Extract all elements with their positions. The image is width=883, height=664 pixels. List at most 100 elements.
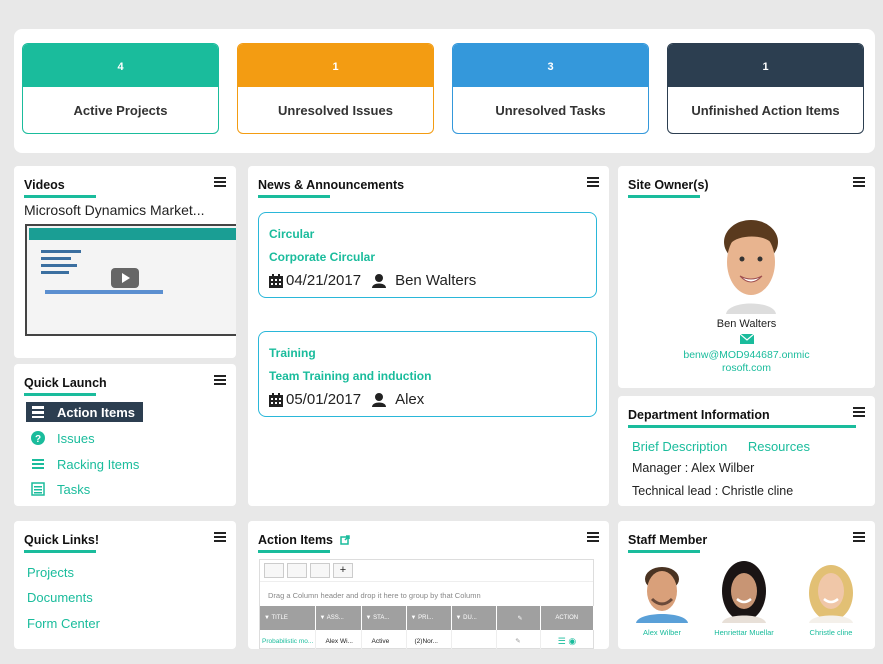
stat-label: Unresolved Issues <box>278 103 393 118</box>
column-header-title[interactable]: ▼ TITLE <box>260 606 316 630</box>
department-links: Brief Description Resources <box>632 438 810 456</box>
checklist-icon <box>31 482 45 496</box>
quick-launch-label: Issues <box>57 430 95 446</box>
staff-member[interactable]: Alex Wilber <box>632 561 692 637</box>
panel-title: Site Owner(s) <box>628 178 709 192</box>
add-icon[interactable]: + <box>333 563 353 578</box>
user-icon <box>372 392 387 407</box>
news-meta: 04/21/2017 Ben Walters <box>268 272 476 289</box>
edit-icon[interactable]: ✎ <box>496 630 541 649</box>
hamburger-menu-icon[interactable] <box>587 177 599 187</box>
hamburger-menu-icon[interactable] <box>214 375 226 385</box>
filter-icon[interactable]: ▼ <box>366 615 372 621</box>
hamburger-menu-icon[interactable] <box>853 407 865 417</box>
video-title[interactable]: Microsoft Dynamics Market... <box>14 198 236 218</box>
column-header-assigned[interactable]: ▼ ASS... <box>315 606 362 630</box>
column-header-due[interactable]: ▼ DU... <box>451 606 497 630</box>
news-category: Circular <box>269 227 315 241</box>
brief-description-link[interactable]: Brief Description <box>632 439 727 454</box>
action-column-header: ACTION <box>540 606 594 630</box>
stat-label: Active Projects <box>73 103 168 118</box>
quick-link-documents[interactable]: Documents <box>27 590 93 605</box>
quick-link-projects[interactable]: Projects <box>27 565 74 580</box>
email-icon[interactable] <box>740 334 754 344</box>
department-panel: Department Information Brief Description… <box>618 396 875 506</box>
stat-card-unfinished-action-items[interactable]: 1 Unfinished Action Items <box>667 43 864 134</box>
news-headline[interactable]: Corporate Circular <box>269 250 586 264</box>
quick-link-form-center[interactable]: Form Center <box>27 616 100 631</box>
user-icon <box>372 273 387 288</box>
title-underline <box>24 393 96 396</box>
filter-icon[interactable]: ▼ <box>320 615 326 621</box>
export-excel-icon[interactable] <box>287 563 307 578</box>
column-label: STA... <box>373 615 390 621</box>
filter-icon[interactable]: ▼ <box>411 615 417 621</box>
play-button[interactable] <box>111 268 139 288</box>
news-card[interactable]: Training Team Training and induction 05/… <box>258 331 597 417</box>
videos-panel: Videos Microsoft Dynamics Market... <box>14 166 236 358</box>
table-cell: (2)Nor... <box>406 630 452 649</box>
quick-launch-item-racking-items[interactable]: Racking Items <box>26 454 139 474</box>
hamburger-menu-icon[interactable] <box>214 532 226 542</box>
news-panel: News & Announcements Circular Corporate … <box>248 166 609 506</box>
quick-launch-label: Action Items <box>57 404 136 420</box>
quick-launch-item-issues[interactable]: ? Issues <box>26 428 95 448</box>
stat-card-active-projects[interactable]: 4 Active Projects <box>22 43 219 134</box>
table-cell[interactable]: Probabilistic mo... <box>260 630 316 649</box>
quick-launch-item-tasks[interactable]: Tasks <box>26 479 90 499</box>
hamburger-menu-icon[interactable] <box>853 177 865 187</box>
staff-name: Alex Wilber <box>643 628 681 637</box>
external-link-icon[interactable] <box>340 535 351 545</box>
video-thumbnail[interactable] <box>25 224 236 336</box>
staff-avatar <box>636 567 688 623</box>
panel-title: Videos <box>24 178 65 192</box>
table-header-row: ▼ TITLE ▼ ASS... ▼ STA... ▼ PRI... ▼ DU.… <box>260 606 594 630</box>
title-underline <box>628 550 700 553</box>
group-drop-hint: Drag a Column header and drop it here to… <box>268 591 481 600</box>
title-underline <box>628 195 700 198</box>
panel-title: Staff Member <box>628 533 708 547</box>
panel-title: Action Items <box>258 533 334 547</box>
thumbnail-header <box>29 228 236 240</box>
hamburger-menu-icon[interactable] <box>587 532 599 542</box>
refresh-icon[interactable] <box>310 563 330 578</box>
title-underline <box>258 550 330 553</box>
edit-column-header: ✎ <box>496 606 541 630</box>
site-owner-avatar <box>724 220 778 314</box>
table-row[interactable]: Probabilistic mo... Alex Wi... Active (2… <box>260 630 594 649</box>
column-header-status[interactable]: ▼ STA... <box>361 606 407 630</box>
staff-panel: Staff Member Alex Wilber Henriettar Muel… <box>618 521 875 649</box>
panel-title: News & Announcements <box>258 178 405 192</box>
resources-link[interactable]: Resources <box>748 439 810 454</box>
row-action-icons[interactable]: ☰ ◉ <box>540 630 594 649</box>
staff-avatar <box>809 565 853 623</box>
staff-name: Henriettar Muellar <box>714 628 774 637</box>
news-headline[interactable]: Team Training and induction <box>269 369 586 383</box>
site-owner-email[interactable]: benw@MOD944687.onmic rosoft.com <box>618 349 875 375</box>
news-date: 04/21/2017 <box>286 272 362 289</box>
staff-member[interactable]: Henriettar Muellar <box>706 561 782 637</box>
staff-avatar <box>722 561 766 623</box>
panel-title: Quick Launch <box>24 376 107 390</box>
filter-icon[interactable]: ▼ <box>456 615 462 621</box>
hamburger-menu-icon[interactable] <box>214 177 226 187</box>
calendar-icon <box>269 273 283 288</box>
filter-icon[interactable]: ▼ <box>264 615 270 621</box>
news-meta: 05/01/2017 Alex <box>268 391 424 408</box>
stat-label: Unfinished Action Items <box>691 103 840 118</box>
grid-toolbar: + <box>260 560 593 582</box>
hamburger-menu-icon[interactable] <box>853 532 865 542</box>
stat-card-unresolved-issues[interactable]: 1 Unresolved Issues <box>237 43 434 134</box>
svg-text:?: ? <box>35 434 41 445</box>
news-card[interactable]: Circular Corporate Circular 04/21/2017 B… <box>258 212 597 298</box>
pencil-icon: ✎ <box>517 615 523 622</box>
news-category: Training <box>269 346 316 360</box>
column-header-priority[interactable]: ▼ PRI... <box>406 606 452 630</box>
staff-member[interactable]: Christle cline <box>796 561 866 637</box>
panel-title: Quick Links! <box>24 533 100 547</box>
stat-card-unresolved-tasks[interactable]: 3 Unresolved Tasks <box>452 43 649 134</box>
export-pdf-icon[interactable] <box>264 563 284 578</box>
play-icon <box>122 273 130 283</box>
site-owner-panel: Site Owner(s) Ben Walters benw@MOD944687… <box>618 166 875 388</box>
quick-launch-item-action-items[interactable]: Action Items <box>26 402 144 422</box>
